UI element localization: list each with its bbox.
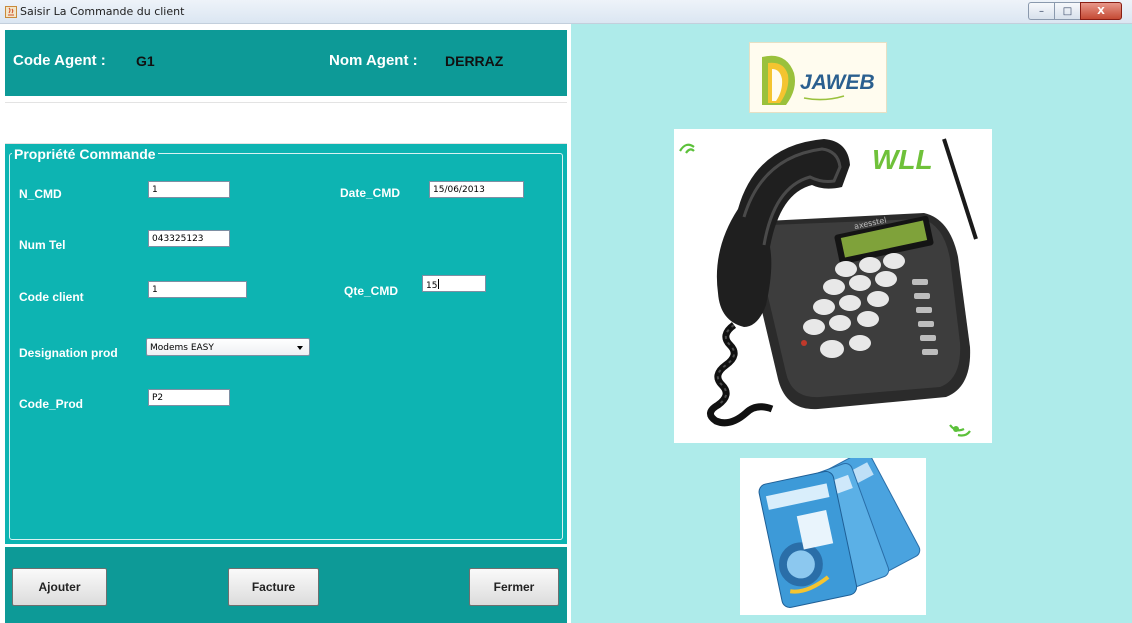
date-cmd-input[interactable]: 15/06/2013: [429, 181, 524, 198]
num-tel-input[interactable]: 043325123: [148, 230, 230, 247]
minimize-icon: –: [1039, 5, 1044, 17]
nom-agent-value: DERRAZ: [445, 53, 504, 69]
num-tel-label: Num Tel: [19, 238, 66, 252]
code-prod-input[interactable]: P2: [148, 389, 230, 406]
designation-prod-select[interactable]: Modems EASY: [146, 338, 310, 356]
code-agent-value: G1: [136, 53, 155, 69]
wll-phone-image: WLL axesstel: [674, 129, 992, 443]
window-controls: – □ X: [1028, 2, 1122, 20]
agent-info-bar: Code Agent : G1 Nom Agent : DERRAZ: [5, 30, 567, 96]
code-client-label: Code client: [19, 290, 84, 304]
java-app-icon: [5, 6, 17, 18]
group-title: Propriété Commande: [12, 146, 158, 162]
app-window: Saisir La Commande du client – □ X Code …: [0, 0, 1132, 623]
wll-text: WLL: [872, 144, 933, 175]
qte-cmd-input[interactable]: 15: [422, 275, 486, 292]
prepaid-cards-image: [740, 450, 926, 615]
logo-text: JAWEB: [800, 71, 875, 94]
code-agent-label: Code Agent :: [13, 52, 106, 69]
close-window-button[interactable]: X: [1080, 2, 1122, 20]
code-prod-label: Code_Prod: [19, 397, 84, 411]
minimize-button[interactable]: –: [1028, 2, 1054, 20]
action-button-bar: Ajouter Facture Fermer: [5, 547, 567, 623]
title-bar: Saisir La Commande du client – □ X: [0, 0, 1132, 24]
chevron-down-icon: [297, 346, 303, 350]
n-cmd-input[interactable]: 1: [148, 181, 230, 198]
order-panel: Code Agent : G1 Nom Agent : DERRAZ Propr…: [0, 24, 571, 623]
qte-cmd-label: Qte_CMD: [344, 284, 399, 298]
close-button[interactable]: Fermer: [469, 568, 559, 606]
date-cmd-label: Date_CMD: [340, 186, 401, 200]
invoice-button[interactable]: Facture: [228, 568, 319, 606]
window-title: Saisir La Commande du client: [20, 5, 185, 18]
spacer-strip: [5, 102, 567, 144]
order-properties-group: Propriété Commande N_CMD 1 Date_CMD 15/0…: [5, 144, 567, 544]
code-client-input[interactable]: 1: [148, 281, 247, 298]
n-cmd-label: N_CMD: [19, 187, 62, 201]
maximize-button[interactable]: □: [1054, 2, 1080, 20]
maximize-icon: □: [1062, 5, 1073, 17]
text-caret: [438, 279, 440, 289]
nom-agent-label: Nom Agent :: [329, 52, 418, 69]
product-images-panel: JAWEB WLL axesstel: [571, 24, 1132, 623]
company-logo: JAWEB: [749, 42, 887, 113]
close-icon: X: [1097, 5, 1105, 17]
designation-prod-label: Designation prod: [19, 346, 118, 360]
add-button[interactable]: Ajouter: [12, 568, 107, 606]
